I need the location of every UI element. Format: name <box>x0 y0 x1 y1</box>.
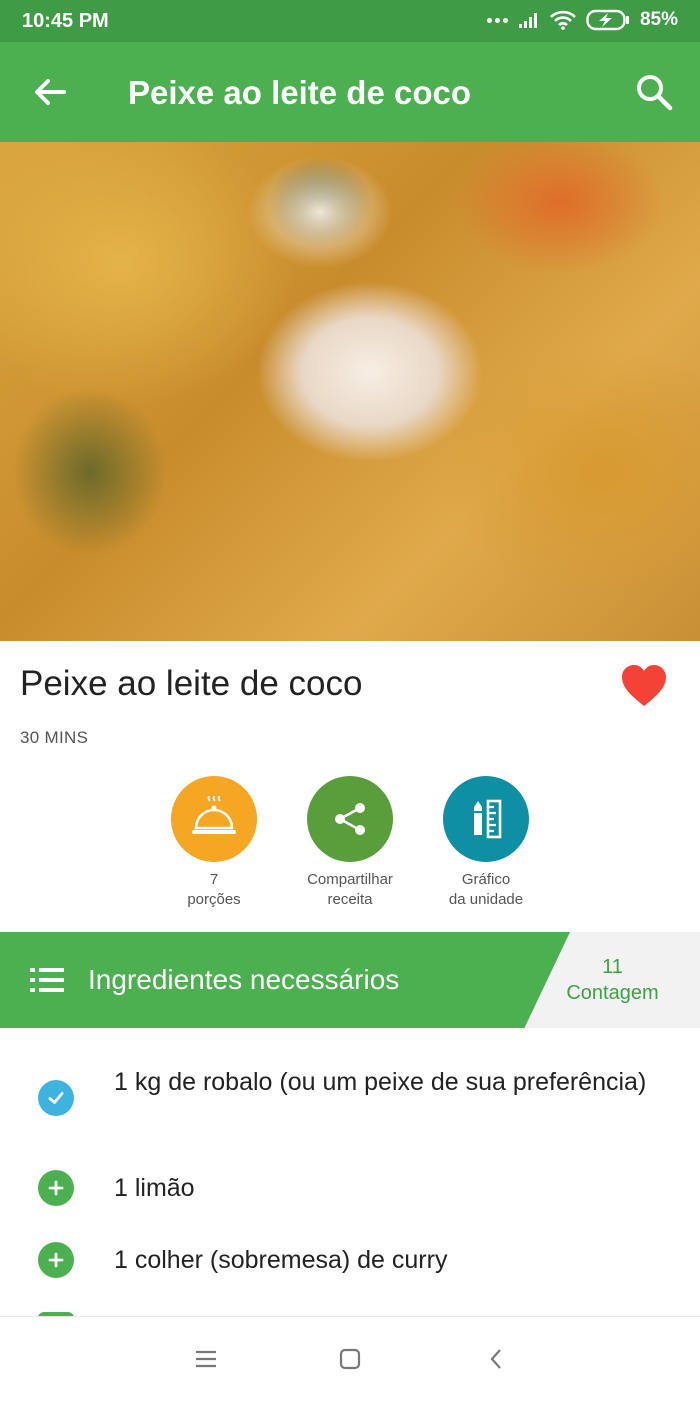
servings-button[interactable]: 7 porções <box>144 776 284 910</box>
battery-percent: 85% <box>639 9 678 30</box>
home-square-icon[interactable] <box>338 1347 362 1371</box>
status-bar: 10:45 PM 85% <box>0 0 700 42</box>
serving-dish-icon <box>171 776 257 862</box>
unit-chart-button[interactable]: Gráfico da unidade <box>416 776 556 910</box>
status-icons: 85% <box>486 9 678 31</box>
ingredients-count-value: 11 <box>602 956 623 978</box>
ingredient-text: 1 kg de robalo (ou um peixe de sua prefe… <box>114 1068 647 1096</box>
add-icon[interactable] <box>38 1170 74 1206</box>
ruler-pencil-icon <box>443 776 529 862</box>
ingredient-text: 1 limão <box>114 1174 195 1202</box>
share-recipe-label: Compartilhar receita <box>307 871 393 908</box>
favorite-heart-icon[interactable] <box>620 664 668 708</box>
signal-icon <box>518 13 537 28</box>
search-icon[interactable] <box>634 72 674 112</box>
checked-icon[interactable] <box>38 1080 74 1116</box>
back-chevron-icon[interactable] <box>485 1347 509 1371</box>
unit-chart-label: Gráfico da unidade <box>448 871 524 908</box>
ingredients-title: Ingredientes necessários <box>88 964 400 995</box>
recipe-duration: 30 MINS <box>20 728 89 747</box>
share-icon <box>307 776 393 862</box>
list-icon <box>30 968 64 992</box>
more-dots-icon <box>486 17 508 23</box>
arrow-back-icon[interactable] <box>30 72 70 112</box>
wifi-icon <box>550 10 576 30</box>
ingredients-count-label: Contagem <box>566 982 659 1004</box>
add-icon[interactable] <box>38 1242 74 1278</box>
app-bar-title: Peixe ao leite de coco <box>128 74 471 111</box>
recipe-photo <box>0 142 700 641</box>
status-time: 10:45 PM <box>22 10 109 32</box>
ingredient-text: 1 colher (sobremesa) de curry <box>114 1246 448 1274</box>
menu-icon[interactable] <box>194 1347 218 1371</box>
recipe-title: Peixe ao leite de coco <box>20 664 363 703</box>
ingredients-count: 11 Contagem <box>540 954 685 1006</box>
share-recipe-button[interactable]: Compartilhar receita <box>280 776 420 910</box>
servings-label: 7 porções <box>187 871 241 908</box>
ingredients-header: Ingredientes necessários 11 Contagem <box>0 932 700 1028</box>
navigation-bar <box>0 1316 700 1401</box>
battery-icon <box>586 9 629 31</box>
app-bar: Peixe ao leite de coco <box>0 42 700 142</box>
